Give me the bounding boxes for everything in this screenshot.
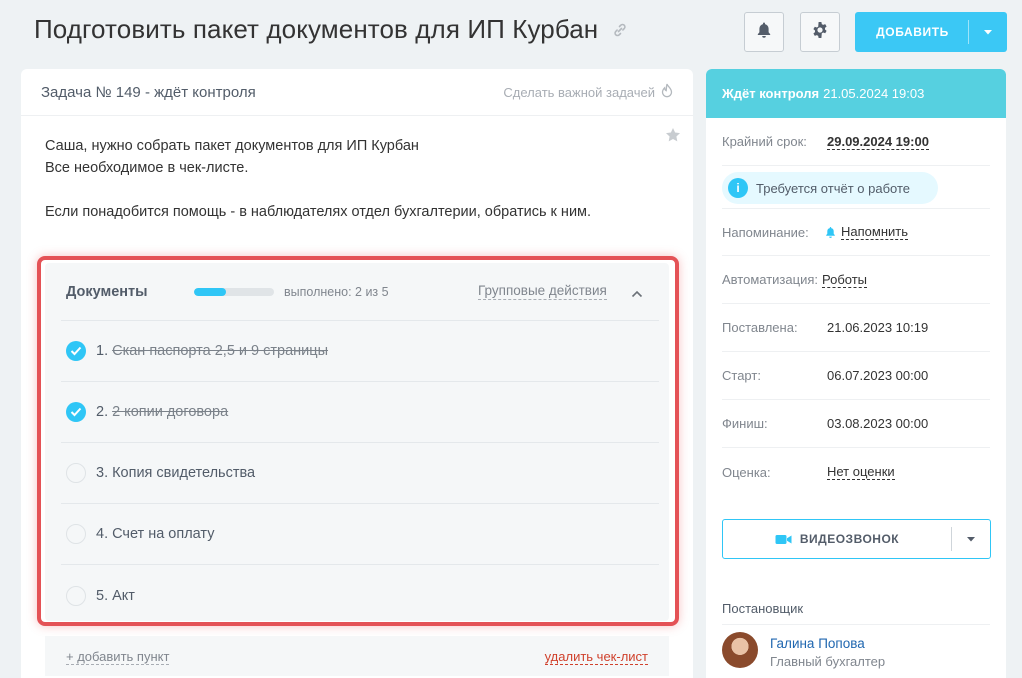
video-camera-icon bbox=[775, 534, 792, 545]
status-text: Ждёт контроля bbox=[722, 86, 820, 101]
add-button-label[interactable]: ДОБАВИТЬ bbox=[855, 25, 968, 39]
item-text[interactable]: 2 копии договора bbox=[112, 404, 228, 420]
automation-row: Автоматизация: Роботы bbox=[722, 256, 990, 304]
report-required-text: Требуется отчёт о работе bbox=[756, 180, 910, 196]
info-icon: i bbox=[728, 178, 748, 198]
checklist-header: Документы выполнено: 2 из 5 Групповые де… bbox=[61, 263, 659, 321]
task-number-status: Задача № 149 - ждёт контроля bbox=[41, 83, 256, 101]
checklist-footer: + добавить пункт удалить чек-лист bbox=[45, 636, 669, 676]
checkmark-icon bbox=[70, 407, 82, 417]
finish-row: Финиш: 03.08.2023 00:00 bbox=[722, 400, 990, 448]
checklist-item[interactable]: 5. Акт bbox=[61, 565, 659, 626]
checkbox-unchecked[interactable] bbox=[66, 463, 86, 483]
group-actions-link[interactable]: Групповые действия bbox=[478, 283, 607, 300]
videocall-button[interactable]: ВИДЕОЗВОНОК bbox=[722, 519, 991, 559]
deadline-label: Крайний срок: bbox=[722, 134, 807, 149]
item-text[interactable]: Скан паспорта 2,5 и 9 страницы bbox=[112, 343, 328, 359]
delete-checklist-link[interactable]: удалить чек-лист bbox=[544, 649, 648, 665]
created-label: Поставлена: bbox=[722, 320, 798, 335]
finish-label: Финиш: bbox=[722, 416, 768, 431]
item-text[interactable]: Счет на оплату bbox=[112, 526, 214, 542]
videocall-label[interactable]: ВИДЕОЗВОНОК bbox=[800, 532, 899, 546]
videocall-label-wrap[interactable]: ВИДЕОЗВОНОК bbox=[723, 532, 951, 546]
checkbox-checked[interactable] bbox=[66, 402, 86, 422]
bell-icon bbox=[756, 21, 772, 44]
rating-row: Оценка: Нет оценки bbox=[722, 448, 990, 496]
description-line: Саша, нужно собрать пакет документов для… bbox=[45, 138, 419, 154]
item-number: 3. bbox=[96, 465, 109, 481]
task-description: Саша, нужно собрать пакет документов для… bbox=[45, 135, 591, 223]
checkmark-icon bbox=[70, 346, 82, 356]
star-icon[interactable] bbox=[665, 127, 681, 148]
checklist-progress-fill bbox=[194, 287, 226, 296]
automation-label: Автоматизация: bbox=[722, 272, 818, 287]
item-text[interactable]: Копия свидетельства bbox=[112, 465, 255, 481]
reminder-bell-icon[interactable] bbox=[825, 226, 836, 239]
creator-divider bbox=[722, 624, 990, 625]
checklist-progress-bar bbox=[194, 287, 274, 296]
settings-button[interactable] bbox=[800, 12, 840, 52]
link-icon[interactable] bbox=[612, 22, 628, 38]
checkbox-unchecked[interactable] bbox=[66, 585, 86, 606]
videocall-dropdown-arrow-icon[interactable] bbox=[952, 536, 990, 542]
item-text[interactable]: Акт bbox=[112, 588, 135, 604]
task-sidebar: Ждёт контроля 21.05.2024 19:03 Крайний с… bbox=[706, 69, 1006, 678]
reminder-label: Напоминание: bbox=[722, 224, 809, 240]
item-number: 5. bbox=[96, 587, 109, 604]
report-required-badge: i Требуется отчёт о работе bbox=[722, 172, 938, 204]
description-line bbox=[45, 179, 591, 201]
reminder-value[interactable]: Напомнить bbox=[841, 224, 908, 240]
page-title: Подготовить пакет документов для ИП Курб… bbox=[34, 14, 628, 45]
status-date: 21.05.2024 19:03 bbox=[823, 86, 925, 101]
add-dropdown-arrow-icon[interactable] bbox=[969, 29, 1007, 35]
checklist: Документы выполнено: 2 из 5 Групповые де… bbox=[45, 263, 669, 621]
checkbox-unchecked[interactable] bbox=[66, 524, 86, 544]
chevron-up-icon[interactable] bbox=[631, 285, 643, 303]
start-label: Старт: bbox=[722, 368, 761, 383]
checklist-done-count: выполнено: 2 из 5 bbox=[284, 284, 389, 299]
checklist-item[interactable]: 4. Счет на оплату bbox=[61, 504, 659, 565]
make-important-label[interactable]: Сделать важной задачей bbox=[503, 85, 655, 100]
checklist-title: Документы bbox=[66, 283, 148, 300]
gear-icon bbox=[811, 21, 829, 44]
finish-value[interactable]: 03.08.2023 00:00 bbox=[827, 416, 928, 431]
page-title-text: Подготовить пакет документов для ИП Курб… bbox=[34, 14, 599, 44]
rating-value[interactable]: Нет оценки bbox=[827, 464, 895, 480]
task-header: Задача № 149 - ждёт контроля Сделать важ… bbox=[21, 69, 693, 116]
checklist-item[interactable]: 1. Скан паспорта 2,5 и 9 страницы bbox=[61, 321, 659, 382]
item-number: 1. bbox=[96, 343, 109, 359]
description-line: Все необходимое в чек-листе. bbox=[45, 160, 249, 176]
start-value[interactable]: 06.07.2023 00:00 bbox=[827, 368, 928, 383]
flame-icon[interactable] bbox=[661, 83, 673, 101]
created-row: Поставлена: 21.06.2023 10:19 bbox=[722, 304, 990, 352]
deadline-value[interactable]: 29.09.2024 19:00 bbox=[827, 134, 929, 150]
status-header: Ждёт контроля 21.05.2024 19:03 bbox=[706, 69, 1006, 118]
item-number: 2. bbox=[96, 404, 109, 420]
reminder-row: Напоминание: Напомнить bbox=[722, 208, 990, 256]
created-value: 21.06.2023 10:19 bbox=[827, 320, 929, 335]
make-important-link[interactable]: Сделать важной задачей bbox=[503, 83, 673, 101]
checklist-item[interactable]: 3. Копия свидетельства bbox=[61, 443, 659, 504]
checkbox-checked[interactable] bbox=[66, 341, 86, 361]
add-button[interactable]: ДОБАВИТЬ bbox=[855, 12, 1007, 52]
automation-value[interactable]: Роботы bbox=[821, 272, 868, 288]
checklist-item[interactable]: 2. 2 копии договора bbox=[61, 382, 659, 443]
rating-label: Оценка: bbox=[722, 464, 771, 480]
description-line: Если понадобится помощь - в наблюдателях… bbox=[45, 204, 592, 220]
item-number: 4. bbox=[96, 526, 109, 542]
avatar[interactable] bbox=[722, 632, 758, 668]
creator-label: Постановщик bbox=[722, 601, 804, 616]
start-row: Старт: 06.07.2023 00:00 bbox=[722, 352, 990, 400]
deadline-row: Крайний срок: 29.09.2024 19:00 bbox=[722, 118, 990, 166]
add-item-link[interactable]: + добавить пункт bbox=[66, 649, 170, 665]
creator-name[interactable]: Галина Попова bbox=[770, 636, 865, 651]
notifications-button[interactable] bbox=[744, 12, 784, 52]
creator-role: Главный бухгалтер bbox=[770, 654, 886, 669]
